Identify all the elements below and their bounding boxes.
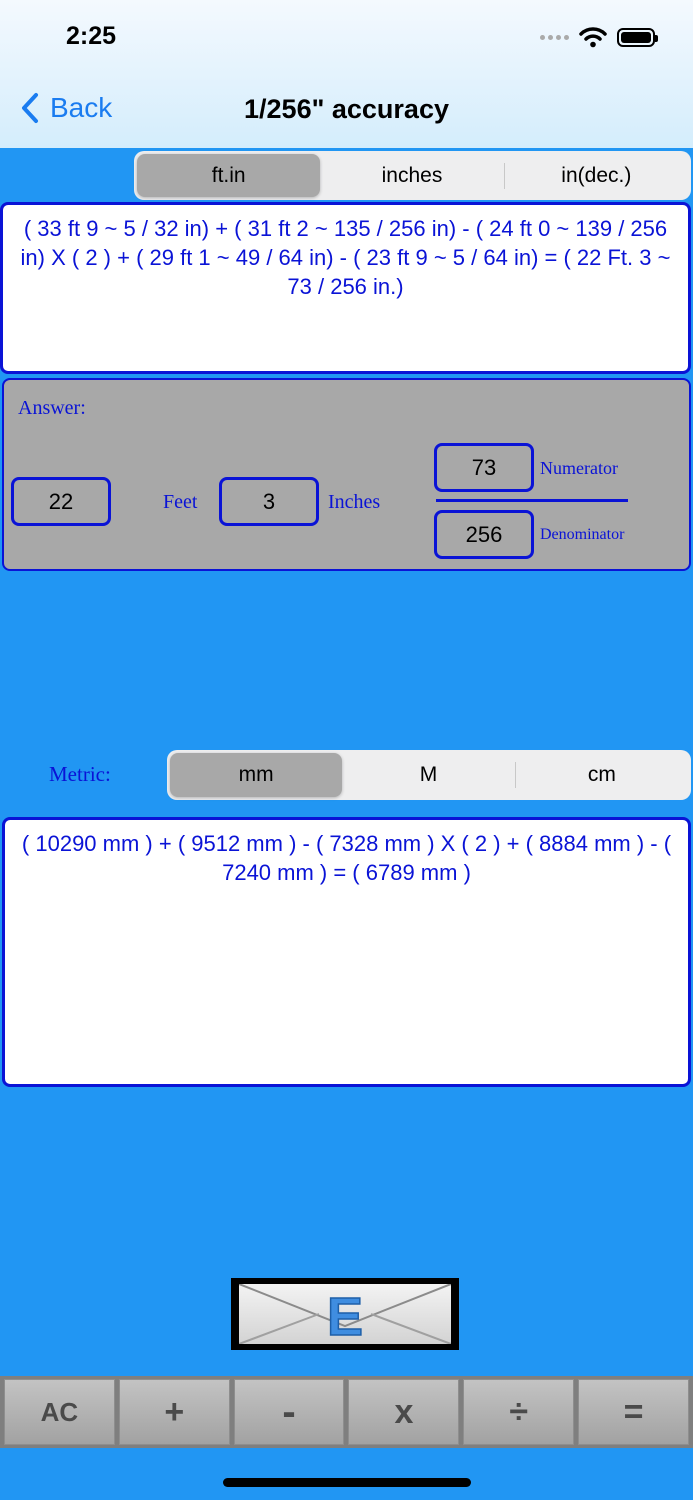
tab-ft-in[interactable]: ft.in [137, 154, 321, 197]
envelope-icon: E [239, 1284, 451, 1344]
battery-icon [617, 27, 658, 47]
email-button[interactable]: E [231, 1278, 459, 1350]
home-indicator [223, 1478, 471, 1487]
page-title: 1/256" accuracy [244, 94, 449, 124]
status-icons [540, 26, 658, 48]
equals-key[interactable]: = [578, 1379, 689, 1445]
fraction-bar [436, 499, 628, 502]
tab-inches[interactable]: inches [320, 154, 503, 197]
tab-m[interactable]: M [342, 753, 514, 797]
feet-value-field[interactable]: 22 [11, 477, 111, 526]
denominator-field[interactable]: 256 [434, 510, 534, 559]
imperial-expression-display: ( 33 ft 9 ~ 5 / 32 in) + ( 31 ft 2 ~ 135… [0, 202, 691, 374]
divide-key[interactable]: ÷ [463, 1379, 575, 1445]
metric-segmented-control: mm M cm [167, 750, 691, 800]
clear-key[interactable]: AC [4, 1379, 115, 1445]
plus-key[interactable]: + [118, 1379, 230, 1445]
feet-label: Feet [163, 491, 198, 513]
denominator-label: Denominator [540, 526, 625, 543]
wifi-icon [579, 27, 607, 48]
tab-cm[interactable]: cm [516, 753, 688, 797]
metric-expression-display: ( 10290 mm ) + ( 9512 mm ) - ( 7328 mm )… [2, 817, 691, 1087]
numerator-field[interactable]: 73 [434, 443, 534, 492]
nav-header: 2:25 Back 1/256" accuracy [0, 0, 693, 148]
status-time: 2:25 [66, 22, 117, 50]
signal-icon [540, 34, 569, 40]
metric-label: Metric: [49, 762, 111, 786]
email-letter: E [327, 1287, 363, 1344]
answer-panel: Answer: 22 Feet 3 Inches 73 Numerator 25… [2, 378, 691, 571]
numerator-label: Numerator [540, 458, 618, 478]
unit-segmented-control: ft.in inches in(dec.) [134, 151, 691, 200]
answer-label: Answer: [18, 397, 86, 419]
tab-in-dec[interactable]: in(dec.) [505, 154, 688, 197]
operator-keypad: AC + - x ÷ = [0, 1376, 693, 1448]
minus-key[interactable]: - [233, 1379, 345, 1445]
tab-mm[interactable]: mm [170, 753, 343, 797]
multiply-key[interactable]: x [348, 1379, 460, 1445]
inches-label: Inches [328, 491, 381, 513]
inches-value-field[interactable]: 3 [219, 477, 319, 526]
